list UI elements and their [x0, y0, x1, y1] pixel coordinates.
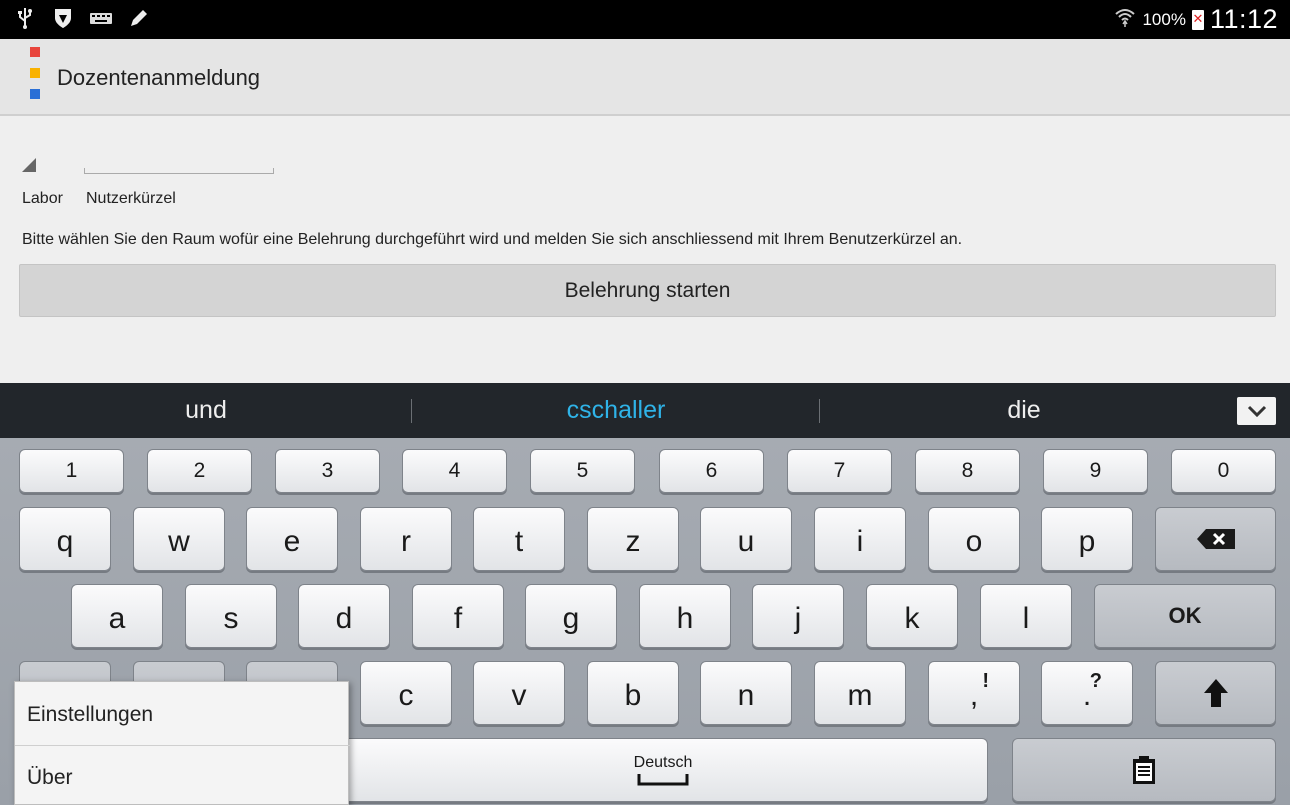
key-r[interactable]: r	[360, 507, 452, 571]
chevron-down-icon	[1247, 405, 1266, 417]
key-comma-label: ,	[969, 679, 979, 712]
space-key[interactable]: Deutsch	[338, 738, 988, 802]
user-code-input[interactable]	[84, 160, 274, 174]
menu-divider	[15, 745, 350, 746]
usb-icon	[14, 6, 36, 30]
key-g[interactable]: g	[525, 584, 617, 648]
key-l[interactable]: l	[980, 584, 1072, 648]
key-h[interactable]: h	[639, 584, 731, 648]
instruction-text: Bitte wählen Sie den Raum wofür eine Bel…	[22, 231, 963, 248]
keyboard-icon	[90, 6, 112, 30]
shield-icon	[52, 6, 74, 30]
key-3[interactable]: 3	[275, 449, 380, 493]
shift-arrow-icon	[1203, 679, 1228, 707]
suggestion-item[interactable]: und	[0, 383, 412, 438]
key-i[interactable]: i	[814, 507, 906, 571]
key-comma-alt: !	[982, 670, 989, 692]
suggestion-item[interactable]: die	[820, 383, 1228, 438]
key-period-alt: ?	[1089, 670, 1102, 692]
key-z[interactable]: z	[587, 507, 679, 571]
dropdown-triangle-icon	[22, 158, 36, 172]
suggestion-strip: und cschaller die	[0, 383, 1290, 438]
shift-key[interactable]	[1155, 661, 1276, 725]
key-j[interactable]: j	[752, 584, 844, 648]
keyboard-language-label: Deutsch	[633, 754, 693, 771]
key-n[interactable]: n	[700, 661, 792, 725]
key-7[interactable]: 7	[787, 449, 892, 493]
key-8[interactable]: 8	[915, 449, 1020, 493]
notification-icons	[14, 6, 150, 30]
clipboard-icon	[1133, 756, 1155, 784]
start-briefing-button[interactable]: Belehrung starten	[19, 264, 1276, 317]
status-bar: 100% 11:12	[0, 0, 1290, 39]
key-5[interactable]: 5	[530, 449, 635, 493]
key-p[interactable]: p	[1041, 507, 1133, 571]
backspace-key[interactable]	[1155, 507, 1276, 571]
suggestion-item-selected[interactable]: cschaller	[412, 383, 820, 438]
ok-key[interactable]: OK	[1094, 584, 1276, 648]
menu-item-about[interactable]: Über	[15, 747, 350, 805]
clock: 11:12	[1209, 4, 1278, 34]
battery-percent: 100%	[1142, 9, 1186, 29]
key-a[interactable]: a	[71, 584, 163, 648]
key-9[interactable]: 9	[1043, 449, 1148, 493]
key-period[interactable]: . ?	[1041, 661, 1133, 725]
key-4[interactable]: 4	[402, 449, 507, 493]
key-k[interactable]: k	[866, 584, 958, 648]
user-code-label: Nutzerkürzel	[86, 190, 176, 207]
space-key-content: Deutsch	[633, 754, 693, 786]
key-e[interactable]: e	[246, 507, 338, 571]
key-2[interactable]: 2	[147, 449, 252, 493]
keyboard-options-popup: Einstellungen Über	[14, 681, 350, 805]
key-o[interactable]: o	[928, 507, 1020, 571]
key-0[interactable]: 0	[1171, 449, 1276, 493]
key-t[interactable]: t	[473, 507, 565, 571]
key-c[interactable]: c	[360, 661, 452, 725]
key-comma[interactable]: , !	[928, 661, 1020, 725]
key-f[interactable]: f	[412, 584, 504, 648]
key-1[interactable]: 1	[19, 449, 124, 493]
clipboard-key[interactable]	[1012, 738, 1276, 802]
key-s[interactable]: s	[185, 584, 277, 648]
action-bar: Dozentenanmeldung	[0, 39, 1290, 116]
room-spinner[interactable]	[22, 152, 82, 174]
pencil-icon	[128, 6, 150, 30]
key-d[interactable]: d	[298, 584, 390, 648]
backspace-icon	[1196, 529, 1235, 549]
app-logo-icon	[30, 47, 40, 99]
battery-icon	[1191, 9, 1204, 30]
status-right: 100% 11:12	[1114, 0, 1278, 39]
wifi-icon	[1114, 6, 1136, 33]
key-b[interactable]: b	[587, 661, 679, 725]
key-v[interactable]: v	[473, 661, 565, 725]
key-w[interactable]: w	[133, 507, 225, 571]
key-u[interactable]: u	[700, 507, 792, 571]
collapse-suggestions-button[interactable]	[1237, 397, 1276, 425]
key-q[interactable]: q	[19, 507, 111, 571]
menu-item-settings[interactable]: Einstellungen	[15, 684, 350, 746]
page-title: Dozentenanmeldung	[57, 65, 261, 90]
space-bar-icon	[637, 774, 689, 786]
key-6[interactable]: 6	[659, 449, 764, 493]
room-label: Labor	[22, 190, 63, 207]
key-m[interactable]: m	[814, 661, 906, 725]
